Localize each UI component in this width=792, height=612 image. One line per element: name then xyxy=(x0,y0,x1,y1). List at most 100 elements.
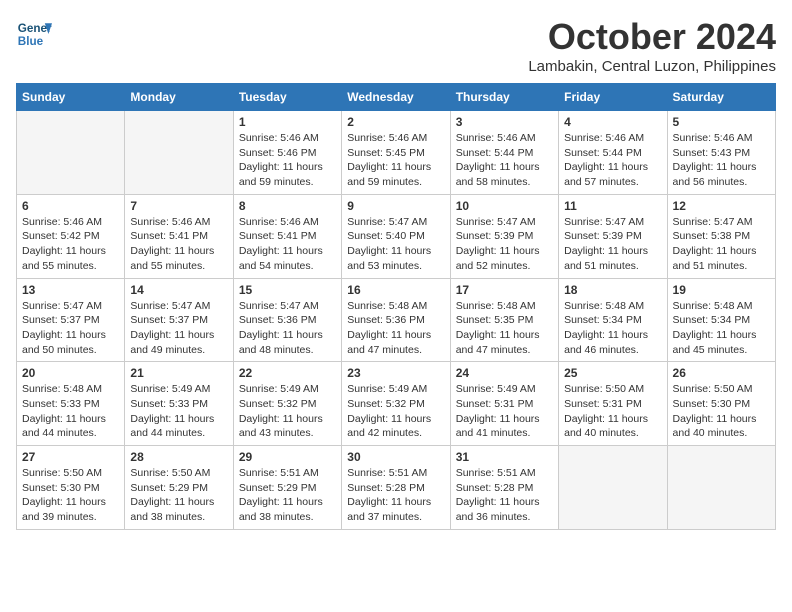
calendar-cell: 1 Sunrise: 5:46 AMSunset: 5:46 PMDaylight… xyxy=(233,111,341,195)
day-info: Sunrise: 5:48 AMSunset: 5:34 PMDaylight:… xyxy=(564,299,661,358)
day-number: 11 xyxy=(564,199,661,213)
calendar-week-row: 1 Sunrise: 5:46 AMSunset: 5:46 PMDaylight… xyxy=(17,111,776,195)
calendar-cell: 25Sunrise: 5:50 AMSunset: 5:31 PMDayligh… xyxy=(559,362,667,446)
calendar-cell: 28 Sunrise: 5:50 AMSunset: 5:29 PMDayligh… xyxy=(125,446,233,530)
calendar-cell: 27Sunrise: 5:50 AMSunset: 5:30 PMDayligh… xyxy=(17,446,125,530)
calendar-cell xyxy=(125,111,233,195)
header-saturday: Saturday xyxy=(667,84,775,111)
day-info: Sunrise: 5:49 AMSunset: 5:32 PMDaylight:… xyxy=(239,382,336,441)
calendar-cell: 12 Sunrise: 5:47 AMSunset: 5:38 PMDayligh… xyxy=(667,194,775,278)
calendar-cell: 22 Sunrise: 5:49 AMSunset: 5:32 PMDayligh… xyxy=(233,362,341,446)
header-wednesday: Wednesday xyxy=(342,84,450,111)
day-number: 1 xyxy=(239,115,336,129)
day-number: 22 xyxy=(239,366,336,380)
day-number: 23 xyxy=(347,366,444,380)
header-sunday: Sunday xyxy=(17,84,125,111)
day-info: Sunrise: 5:50 AMSunset: 5:30 PMDaylight:… xyxy=(22,466,119,525)
calendar-cell: 30 Sunrise: 5:51 AMSunset: 5:28 PMDayligh… xyxy=(342,446,450,530)
day-number: 25 xyxy=(564,366,661,380)
day-info: Sunrise: 5:48 AMSunset: 5:35 PMDaylight:… xyxy=(456,299,553,358)
calendar-cell: 19 Sunrise: 5:48 AMSunset: 5:34 PMDayligh… xyxy=(667,278,775,362)
calendar-cell: 8 Sunrise: 5:46 AMSunset: 5:41 PMDaylight… xyxy=(233,194,341,278)
day-info: Sunrise: 5:49 AMSunset: 5:33 PMDaylight:… xyxy=(130,382,227,441)
day-number: 10 xyxy=(456,199,553,213)
day-number: 20 xyxy=(22,366,119,380)
calendar-cell: 11 Sunrise: 5:47 AMSunset: 5:39 PMDayligh… xyxy=(559,194,667,278)
location-title: Lambakin, Central Luzon, Philippines xyxy=(528,58,776,75)
day-number: 2 xyxy=(347,115,444,129)
day-info: Sunrise: 5:47 AMSunset: 5:39 PMDaylight:… xyxy=(456,215,553,274)
day-info: Sunrise: 5:46 AMSunset: 5:45 PMDaylight:… xyxy=(347,131,444,190)
calendar-table: SundayMondayTuesdayWednesdayThursdayFrid… xyxy=(16,83,776,530)
day-info: Sunrise: 5:46 AMSunset: 5:41 PMDaylight:… xyxy=(239,215,336,274)
calendar-cell: 31 Sunrise: 5:51 AMSunset: 5:28 PMDayligh… xyxy=(450,446,558,530)
day-number: 30 xyxy=(347,450,444,464)
calendar-week-row: 27Sunrise: 5:50 AMSunset: 5:30 PMDayligh… xyxy=(17,446,776,530)
day-info: Sunrise: 5:46 AMSunset: 5:43 PMDaylight:… xyxy=(673,131,770,190)
day-info: Sunrise: 5:51 AMSunset: 5:28 PMDaylight:… xyxy=(456,466,553,525)
day-number: 5 xyxy=(673,115,770,129)
day-number: 16 xyxy=(347,283,444,297)
calendar-cell: 10 Sunrise: 5:47 AMSunset: 5:39 PMDayligh… xyxy=(450,194,558,278)
calendar-cell: 4 Sunrise: 5:46 AMSunset: 5:44 PMDaylight… xyxy=(559,111,667,195)
day-info: Sunrise: 5:46 AMSunset: 5:44 PMDaylight:… xyxy=(564,131,661,190)
day-info: Sunrise: 5:49 AMSunset: 5:31 PMDaylight:… xyxy=(456,382,553,441)
day-info: Sunrise: 5:47 AMSunset: 5:38 PMDaylight:… xyxy=(673,215,770,274)
day-number: 18 xyxy=(564,283,661,297)
day-info: Sunrise: 5:51 AMSunset: 5:28 PMDaylight:… xyxy=(347,466,444,525)
day-info: Sunrise: 5:47 AMSunset: 5:36 PMDaylight:… xyxy=(239,299,336,358)
calendar-week-row: 6 Sunrise: 5:46 AMSunset: 5:42 PMDaylight… xyxy=(17,194,776,278)
calendar-cell: 3 Sunrise: 5:46 AMSunset: 5:44 PMDaylight… xyxy=(450,111,558,195)
calendar-cell: 26Sunrise: 5:50 AMSunset: 5:30 PMDayligh… xyxy=(667,362,775,446)
logo: General Blue xyxy=(16,16,52,52)
day-number: 24 xyxy=(456,366,553,380)
day-number: 29 xyxy=(239,450,336,464)
day-info: Sunrise: 5:46 AMSunset: 5:42 PMDaylight:… xyxy=(22,215,119,274)
day-number: 19 xyxy=(673,283,770,297)
calendar-cell: 15Sunrise: 5:47 AMSunset: 5:36 PMDayligh… xyxy=(233,278,341,362)
header-monday: Monday xyxy=(125,84,233,111)
day-number: 21 xyxy=(130,366,227,380)
day-number: 31 xyxy=(456,450,553,464)
day-info: Sunrise: 5:47 AMSunset: 5:39 PMDaylight:… xyxy=(564,215,661,274)
day-info: Sunrise: 5:46 AMSunset: 5:41 PMDaylight:… xyxy=(130,215,227,274)
calendar-week-row: 13 Sunrise: 5:47 AMSunset: 5:37 PMDayligh… xyxy=(17,278,776,362)
day-number: 14 xyxy=(130,283,227,297)
day-number: 3 xyxy=(456,115,553,129)
day-number: 8 xyxy=(239,199,336,213)
day-info: Sunrise: 5:51 AMSunset: 5:29 PMDaylight:… xyxy=(239,466,336,525)
day-number: 4 xyxy=(564,115,661,129)
calendar-cell: 16 Sunrise: 5:48 AMSunset: 5:36 PMDayligh… xyxy=(342,278,450,362)
day-info: Sunrise: 5:50 AMSunset: 5:30 PMDaylight:… xyxy=(673,382,770,441)
day-number: 13 xyxy=(22,283,119,297)
day-info: Sunrise: 5:47 AMSunset: 5:37 PMDaylight:… xyxy=(22,299,119,358)
calendar-cell: 6 Sunrise: 5:46 AMSunset: 5:42 PMDaylight… xyxy=(17,194,125,278)
calendar-cell xyxy=(17,111,125,195)
day-info: Sunrise: 5:47 AMSunset: 5:40 PMDaylight:… xyxy=(347,215,444,274)
day-number: 6 xyxy=(22,199,119,213)
calendar-cell: 17Sunrise: 5:48 AMSunset: 5:35 PMDayligh… xyxy=(450,278,558,362)
day-number: 7 xyxy=(130,199,227,213)
calendar-cell: 29 Sunrise: 5:51 AMSunset: 5:29 PMDayligh… xyxy=(233,446,341,530)
day-info: Sunrise: 5:46 AMSunset: 5:44 PMDaylight:… xyxy=(456,131,553,190)
calendar-cell: 5 Sunrise: 5:46 AMSunset: 5:43 PMDaylight… xyxy=(667,111,775,195)
calendar-cell xyxy=(559,446,667,530)
day-info: Sunrise: 5:48 AMSunset: 5:36 PMDaylight:… xyxy=(347,299,444,358)
calendar-cell: 7 Sunrise: 5:46 AMSunset: 5:41 PMDaylight… xyxy=(125,194,233,278)
calendar-cell: 23 Sunrise: 5:49 AMSunset: 5:32 PMDayligh… xyxy=(342,362,450,446)
day-number: 12 xyxy=(673,199,770,213)
day-info: Sunrise: 5:48 AMSunset: 5:34 PMDaylight:… xyxy=(673,299,770,358)
calendar-cell: 21 Sunrise: 5:49 AMSunset: 5:33 PMDayligh… xyxy=(125,362,233,446)
title-block: October 2024 Lambakin, Central Luzon, Ph… xyxy=(528,16,776,75)
calendar-cell: 20 Sunrise: 5:48 AMSunset: 5:33 PMDayligh… xyxy=(17,362,125,446)
calendar-cell: 24 Sunrise: 5:49 AMSunset: 5:31 PMDayligh… xyxy=(450,362,558,446)
calendar-cell: 9Sunrise: 5:47 AMSunset: 5:40 PMDaylight… xyxy=(342,194,450,278)
page-header: General Blue October 2024 Lambakin, Cent… xyxy=(16,16,776,75)
day-info: Sunrise: 5:50 AMSunset: 5:29 PMDaylight:… xyxy=(130,466,227,525)
day-info: Sunrise: 5:49 AMSunset: 5:32 PMDaylight:… xyxy=(347,382,444,441)
day-info: Sunrise: 5:46 AMSunset: 5:46 PMDaylight:… xyxy=(239,131,336,190)
day-info: Sunrise: 5:48 AMSunset: 5:33 PMDaylight:… xyxy=(22,382,119,441)
day-number: 28 xyxy=(130,450,227,464)
calendar-week-row: 20 Sunrise: 5:48 AMSunset: 5:33 PMDayligh… xyxy=(17,362,776,446)
logo-icon: General Blue xyxy=(16,16,52,52)
